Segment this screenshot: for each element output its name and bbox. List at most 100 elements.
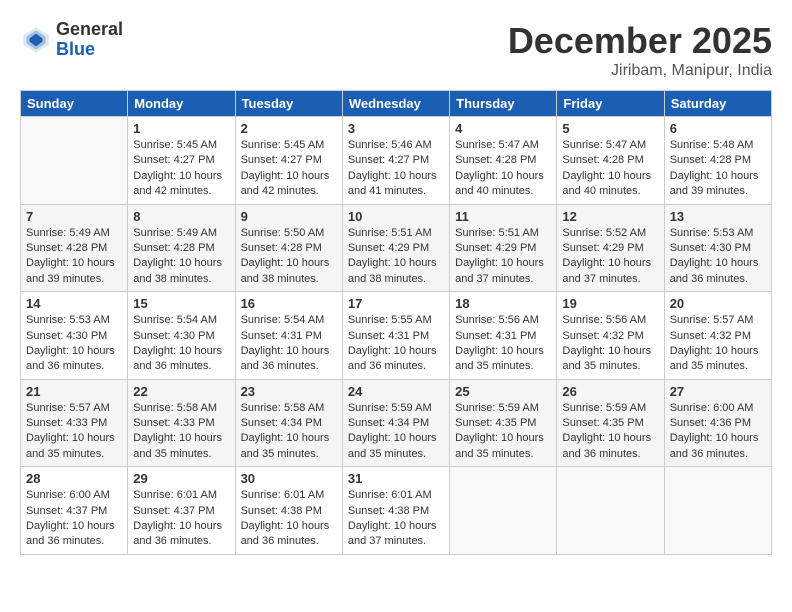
calendar-cell: 12Sunrise: 5:52 AM Sunset: 4:29 PM Dayli… — [557, 204, 664, 292]
day-info: Sunrise: 5:47 AM Sunset: 4:28 PM Dayligh… — [562, 138, 658, 200]
calendar-cell: 27 Sunrise: 6:00 AM Sunset: 4:36 PM Dayli… — [664, 379, 771, 467]
calendar-cell: 20 Sunrise: 5:57 AM Sunset: 4:32 PM Dayli… — [664, 292, 771, 380]
calendar-cell: 8 Sunrise: 5:49 AM Sunset: 4:28 PM Daylig… — [128, 204, 235, 292]
day-number: 27 — [670, 384, 766, 399]
calendar-cell — [21, 117, 128, 205]
weekday-header: Sunday — [21, 91, 128, 117]
calendar-cell: 7Sunrise: 5:49 AM Sunset: 4:28 PM Daylig… — [21, 204, 128, 292]
calendar-row: 14 Sunrise: 5:53 AM Sunset: 4:30 PM Dayli… — [21, 292, 772, 380]
calendar-cell: 22 Sunrise: 5:58 AM Sunset: 4:33 PM Dayli… — [128, 379, 235, 467]
weekday-header: Tuesday — [235, 91, 342, 117]
day-info: Sunrise: 5:58 AM Sunset: 4:33 PM Dayligh… — [133, 401, 229, 463]
calendar-cell: 23Sunrise: 5:58 AM Sunset: 4:34 PM Dayli… — [235, 379, 342, 467]
day-info: Sunrise: 5:53 AM Sunset: 4:30 PM Dayligh… — [670, 226, 766, 288]
calendar-cell: 3 Sunrise: 5:46 AM Sunset: 4:27 PM Daylig… — [342, 117, 449, 205]
calendar-cell: 14 Sunrise: 5:53 AM Sunset: 4:30 PM Dayli… — [21, 292, 128, 380]
calendar-cell: 16Sunrise: 5:54 AM Sunset: 4:31 PM Dayli… — [235, 292, 342, 380]
logo-blue: Blue — [56, 40, 123, 60]
day-number: 22 — [133, 384, 229, 399]
day-number: 2 — [241, 121, 337, 136]
day-number: 8 — [133, 209, 229, 224]
calendar-cell: 9 Sunrise: 5:50 AM Sunset: 4:28 PM Daylig… — [235, 204, 342, 292]
day-info: Sunrise: 5:49 AM Sunset: 4:28 PM Dayligh… — [26, 226, 122, 288]
calendar-cell: 24 Sunrise: 5:59 AM Sunset: 4:34 PM Dayli… — [342, 379, 449, 467]
day-info: Sunrise: 5:59 AM Sunset: 4:35 PM Dayligh… — [455, 401, 551, 463]
day-number: 4 — [455, 121, 551, 136]
calendar-cell: 30 Sunrise: 6:01 AM Sunset: 4:38 PM Dayli… — [235, 467, 342, 555]
day-number: 11 — [455, 209, 551, 224]
day-info: Sunrise: 5:46 AM Sunset: 4:27 PM Dayligh… — [348, 138, 444, 200]
day-info: Sunrise: 5:55 AM Sunset: 4:31 PM Dayligh… — [348, 313, 444, 375]
calendar-row: 28Sunrise: 6:00 AM Sunset: 4:37 PM Dayli… — [21, 467, 772, 555]
day-info: Sunrise: 5:49 AM Sunset: 4:28 PM Dayligh… — [133, 226, 229, 288]
month-title: December 2025 — [508, 20, 772, 62]
calendar-cell: 18 Sunrise: 5:56 AM Sunset: 4:31 PM Dayli… — [450, 292, 557, 380]
calendar-cell — [557, 467, 664, 555]
calendar-row: 21 Sunrise: 5:57 AM Sunset: 4:33 PM Dayli… — [21, 379, 772, 467]
day-number: 3 — [348, 121, 444, 136]
day-info: Sunrise: 5:51 AM Sunset: 4:29 PM Dayligh… — [348, 226, 444, 288]
day-info: Sunrise: 5:51 AM Sunset: 4:29 PM Dayligh… — [455, 226, 551, 288]
day-info: Sunrise: 5:59 AM Sunset: 4:34 PM Dayligh… — [348, 401, 444, 463]
calendar-cell: 31 Sunrise: 6:01 AM Sunset: 4:38 PM Dayli… — [342, 467, 449, 555]
calendar-cell: 19Sunrise: 5:56 AM Sunset: 4:32 PM Dayli… — [557, 292, 664, 380]
calendar-cell: 5 Sunrise: 5:47 AM Sunset: 4:28 PM Daylig… — [557, 117, 664, 205]
calendar-cell — [664, 467, 771, 555]
day-info: Sunrise: 5:52 AM Sunset: 4:29 PM Dayligh… — [562, 226, 658, 288]
calendar-cell — [450, 467, 557, 555]
day-number: 29 — [133, 471, 229, 486]
calendar: SundayMondayTuesdayWednesdayThursdayFrid… — [20, 90, 772, 555]
title-block: December 2025 Jiribam, Manipur, India — [508, 20, 772, 80]
day-number: 17 — [348, 296, 444, 311]
day-info: Sunrise: 6:00 AM Sunset: 4:37 PM Dayligh… — [26, 488, 122, 550]
weekday-header: Thursday — [450, 91, 557, 117]
calendar-cell: 2 Sunrise: 5:45 AM Sunset: 4:27 PM Daylig… — [235, 117, 342, 205]
day-info: Sunrise: 5:48 AM Sunset: 4:28 PM Dayligh… — [670, 138, 766, 200]
day-info: Sunrise: 6:01 AM Sunset: 4:38 PM Dayligh… — [241, 488, 337, 550]
day-number: 5 — [562, 121, 658, 136]
day-number: 1 — [133, 121, 229, 136]
weekday-header: Monday — [128, 91, 235, 117]
day-number: 10 — [348, 209, 444, 224]
calendar-cell: 15Sunrise: 5:54 AM Sunset: 4:30 PM Dayli… — [128, 292, 235, 380]
day-info: Sunrise: 5:47 AM Sunset: 4:28 PM Dayligh… — [455, 138, 551, 200]
logo-general: General — [56, 20, 123, 40]
day-number: 31 — [348, 471, 444, 486]
day-number: 16 — [241, 296, 337, 311]
day-number: 9 — [241, 209, 337, 224]
day-number: 18 — [455, 296, 551, 311]
day-info: Sunrise: 5:50 AM Sunset: 4:28 PM Dayligh… — [241, 226, 337, 288]
calendar-cell: 28Sunrise: 6:00 AM Sunset: 4:37 PM Dayli… — [21, 467, 128, 555]
calendar-row: 7Sunrise: 5:49 AM Sunset: 4:28 PM Daylig… — [21, 204, 772, 292]
day-info: Sunrise: 6:00 AM Sunset: 4:36 PM Dayligh… — [670, 401, 766, 463]
day-number: 24 — [348, 384, 444, 399]
day-number: 30 — [241, 471, 337, 486]
weekday-header: Saturday — [664, 91, 771, 117]
day-info: Sunrise: 5:57 AM Sunset: 4:33 PM Dayligh… — [26, 401, 122, 463]
day-info: Sunrise: 5:56 AM Sunset: 4:31 PM Dayligh… — [455, 313, 551, 375]
day-info: Sunrise: 5:59 AM Sunset: 4:35 PM Dayligh… — [562, 401, 658, 463]
calendar-cell: 13Sunrise: 5:53 AM Sunset: 4:30 PM Dayli… — [664, 204, 771, 292]
day-number: 21 — [26, 384, 122, 399]
calendar-cell: 4 Sunrise: 5:47 AM Sunset: 4:28 PM Daylig… — [450, 117, 557, 205]
calendar-cell: 10 Sunrise: 5:51 AM Sunset: 4:29 PM Dayli… — [342, 204, 449, 292]
calendar-header-row: SundayMondayTuesdayWednesdayThursdayFrid… — [21, 91, 772, 117]
day-info: Sunrise: 5:56 AM Sunset: 4:32 PM Dayligh… — [562, 313, 658, 375]
day-info: Sunrise: 5:45 AM Sunset: 4:27 PM Dayligh… — [133, 138, 229, 200]
logo-text: General Blue — [56, 20, 123, 60]
calendar-cell: 26 Sunrise: 5:59 AM Sunset: 4:35 PM Dayli… — [557, 379, 664, 467]
day-info: Sunrise: 6:01 AM Sunset: 4:38 PM Dayligh… — [348, 488, 444, 550]
location: Jiribam, Manipur, India — [508, 62, 772, 80]
day-number: 14 — [26, 296, 122, 311]
day-number: 6 — [670, 121, 766, 136]
page-header: General Blue December 2025 Jiribam, Mani… — [20, 20, 772, 80]
day-info: Sunrise: 5:53 AM Sunset: 4:30 PM Dayligh… — [26, 313, 122, 375]
day-info: Sunrise: 5:45 AM Sunset: 4:27 PM Dayligh… — [241, 138, 337, 200]
day-number: 20 — [670, 296, 766, 311]
calendar-cell: 21 Sunrise: 5:57 AM Sunset: 4:33 PM Dayli… — [21, 379, 128, 467]
day-number: 26 — [562, 384, 658, 399]
calendar-cell: 25Sunrise: 5:59 AM Sunset: 4:35 PM Dayli… — [450, 379, 557, 467]
calendar-cell: 6 Sunrise: 5:48 AM Sunset: 4:28 PM Daylig… — [664, 117, 771, 205]
calendar-cell: 11 Sunrise: 5:51 AM Sunset: 4:29 PM Dayli… — [450, 204, 557, 292]
day-info: Sunrise: 5:57 AM Sunset: 4:32 PM Dayligh… — [670, 313, 766, 375]
